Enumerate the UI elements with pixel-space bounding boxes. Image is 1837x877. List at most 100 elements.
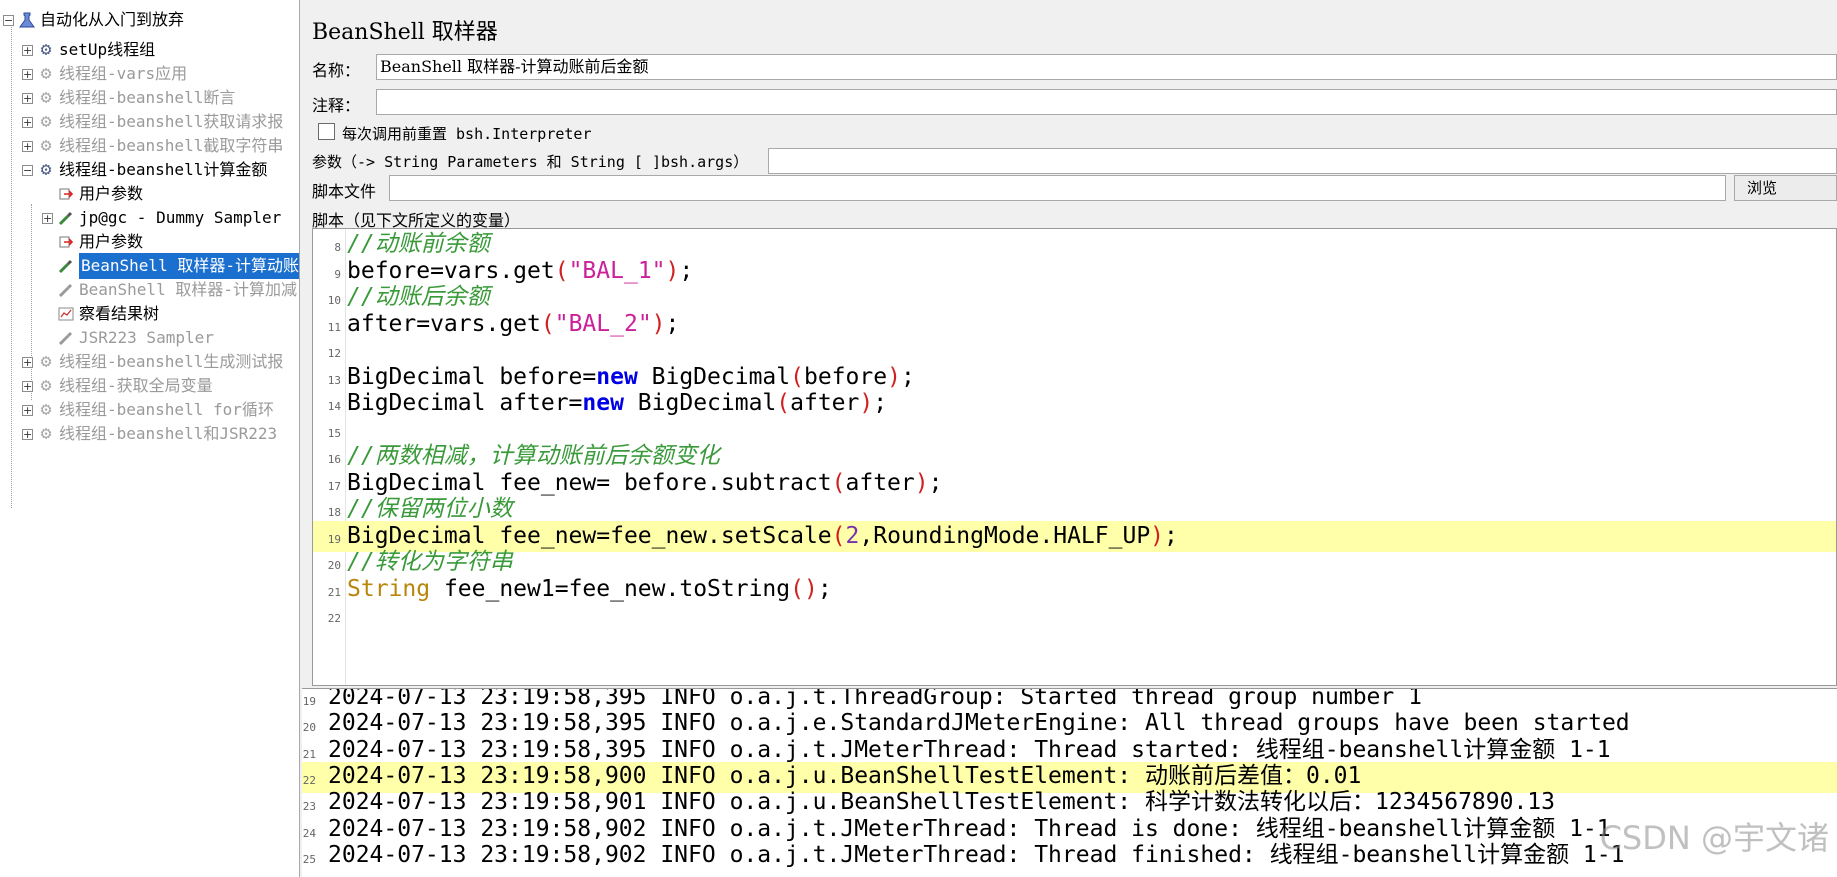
name-label: 名称：	[312, 61, 361, 80]
expand-toggle[interactable]: +	[22, 44, 33, 56]
pipette-icon	[57, 209, 75, 227]
line-number: 24	[302, 826, 316, 840]
code-line[interactable]: 22	[313, 600, 1836, 631]
tree-item-jsr223[interactable]: JSR223 Sampler	[42, 325, 214, 351]
reset-interpreter-checkbox[interactable]	[318, 123, 335, 140]
line-number: 16	[327, 453, 341, 466]
expand-toggle[interactable]: +	[22, 428, 33, 440]
sampler-panel: BeanShell 取样器 名称： BeanShell 取样器-计算动账前后金额…	[302, 0, 1837, 877]
code-text: //两数相减，计算动账前后余额变化	[347, 443, 720, 469]
tree-item-beanshell-add-sub[interactable]: BeanShell 取样器-计算加减	[42, 277, 297, 303]
expand-toggle[interactable]: +	[22, 68, 33, 80]
tree-item-for-loop[interactable]: + ⚙ 线程组-beanshell for循环	[22, 397, 274, 423]
gear-icon: ⚙	[40, 39, 52, 60]
code-text: //动账后余额	[347, 284, 490, 310]
tree-item-label: 线程组-beanshell获取请求报	[59, 112, 284, 131]
line-number: 12	[327, 347, 341, 360]
tree-item-user-params-2[interactable]: 用户参数	[42, 229, 143, 255]
log-text: 2024-07-13 23:19:58,902 INFO o.a.j.t.JMe…	[328, 815, 1611, 842]
expand-toggle[interactable]: +	[22, 92, 33, 104]
tree-item-result-tree[interactable]: 察看结果树	[42, 301, 159, 327]
line-number: 11	[327, 320, 341, 334]
expand-toggle[interactable]: +	[22, 116, 33, 128]
code-text: BigDecimal before=new BigDecimal(before)…	[347, 363, 915, 390]
test-plan-tree[interactable]: − 自动化从入门到放弃 + ⚙ setUp线程组 + ⚙ 线程组-vars应用 …	[0, 0, 300, 877]
line-number: 21	[327, 585, 341, 599]
tree-item-beanshell-selected[interactable]: BeanShell 取样器-计算动账	[42, 253, 299, 279]
chart-icon	[57, 305, 75, 323]
reset-interpreter-label: 每次调用前重置 bsh.Interpreter	[342, 125, 592, 143]
tree-item-label-selected: BeanShell 取样器-计算动账	[79, 253, 299, 279]
tree-item-label: 线程组-vars应用	[59, 64, 188, 83]
gear-icon: ⚙	[40, 399, 52, 420]
browse-button[interactable]: 浏览	[1734, 175, 1837, 201]
tree-item-label: 察看结果树	[79, 304, 160, 323]
expand-toggle[interactable]: +	[22, 140, 33, 152]
tree-root[interactable]: − 自动化从入门到放弃	[3, 7, 184, 33]
collapse-toggle[interactable]: −	[3, 14, 14, 26]
tree-item-substring[interactable]: + ⚙ 线程组-beanshell截取字符串	[22, 133, 283, 159]
pipette-icon	[57, 257, 75, 275]
parameters-label: 参数（-> String Parameters 和 String [ ]bsh.…	[312, 153, 749, 171]
collapse-toggle[interactable]: −	[22, 164, 33, 176]
gear-icon: ⚙	[40, 111, 52, 132]
tree-item-label: 线程组-beanshell断言	[59, 88, 236, 107]
tree-item-user-params-1[interactable]: 用户参数	[42, 181, 143, 207]
log-text: 2024-07-13 23:19:58,395 INFO o.a.j.t.JMe…	[328, 736, 1611, 763]
tree-item-global-vars[interactable]: + ⚙ 线程组-获取全局变量	[22, 373, 213, 399]
comment-field[interactable]	[376, 89, 1837, 115]
pipette-icon	[57, 281, 75, 299]
code-text: String fee_new1=fee_new.toString();	[347, 575, 832, 602]
line-number: 13	[327, 373, 341, 387]
line-number: 22	[302, 773, 316, 787]
code-text: //动账前余额	[347, 231, 490, 257]
code-text: BigDecimal after=new BigDecimal(after);	[347, 390, 888, 416]
line-number: 8	[334, 241, 341, 254]
tree-item-setup-thread-group[interactable]: + ⚙ setUp线程组	[22, 37, 155, 63]
gear-icon: ⚙	[40, 159, 52, 180]
pipette-icon	[57, 329, 75, 347]
log-text: 2024-07-13 23:19:58,901 INFO o.a.j.u.Bea…	[328, 789, 1555, 816]
code-text: BigDecimal fee_new= before.subtract(afte…	[347, 469, 943, 496]
gear-icon: ⚙	[40, 351, 52, 372]
watermark: CSDN @宇文诸	[1599, 819, 1829, 857]
tree-item-vars[interactable]: + ⚙ 线程组-vars应用	[22, 61, 187, 87]
script-file-label: 脚本文件	[312, 182, 377, 201]
line-number: 18	[327, 506, 341, 519]
line-number: 19	[302, 695, 316, 708]
log-panel[interactable]: 19 2024-07-13 23:19:58,395 INFO o.a.j.t.T…	[302, 688, 1837, 877]
tree-item-dummy-sampler[interactable]: + jp@gc - Dummy Sampler	[42, 205, 281, 231]
tree-item-label: JSR223 Sampler	[79, 328, 214, 347]
tree-item-calc-amount[interactable]: − ⚙ 线程组-beanshell计算金额	[22, 157, 267, 183]
tree-item-get-request[interactable]: + ⚙ 线程组-beanshell获取请求报	[22, 109, 283, 135]
user-parameters-icon	[57, 233, 75, 251]
expand-toggle[interactable]: +	[42, 212, 53, 224]
tree-item-jsr223-group[interactable]: + ⚙ 线程组-beanshell和JSR223	[22, 421, 277, 447]
name-field[interactable]: BeanShell 取样器-计算动账前后金额	[376, 54, 1837, 80]
expand-toggle[interactable]: +	[22, 404, 33, 416]
line-number: 10	[327, 294, 341, 307]
gear-icon: ⚙	[40, 63, 52, 84]
log-text: 2024-07-13 23:19:58,395 INFO o.a.j.t.Thr…	[328, 688, 1422, 710]
parameters-field[interactable]	[768, 148, 1837, 174]
line-number: 20	[327, 559, 341, 572]
line-number: 9	[334, 267, 341, 281]
code-text: //保留两位小数	[347, 496, 513, 522]
tree-item-gen-report[interactable]: + ⚙ 线程组-beanshell生成测试报	[22, 349, 283, 375]
tree-item-label: 线程组-beanshell截取字符串	[59, 136, 284, 155]
code-text: //转化为字符串	[347, 549, 513, 575]
gear-icon: ⚙	[40, 375, 52, 396]
tree-item-label: 线程组-beanshell和JSR223	[59, 424, 278, 443]
tree-item-assert[interactable]: + ⚙ 线程组-beanshell断言	[22, 85, 235, 111]
script-file-field[interactable]	[389, 175, 1726, 201]
tree-item-label: setUp线程组	[59, 40, 156, 59]
expand-toggle[interactable]: +	[22, 356, 33, 368]
tree-item-label: 线程组-beanshell for循环	[59, 400, 274, 419]
expand-toggle[interactable]: +	[22, 380, 33, 392]
line-number: 14	[327, 400, 341, 413]
gear-icon: ⚙	[40, 423, 52, 444]
gear-icon: ⚙	[40, 135, 52, 156]
comment-label: 注释：	[312, 96, 361, 115]
line-number: 17	[327, 479, 341, 493]
script-editor[interactable]: 8 //动账前余额 9 before=vars.get("BAL_1"); 10 //动账…	[312, 228, 1837, 686]
